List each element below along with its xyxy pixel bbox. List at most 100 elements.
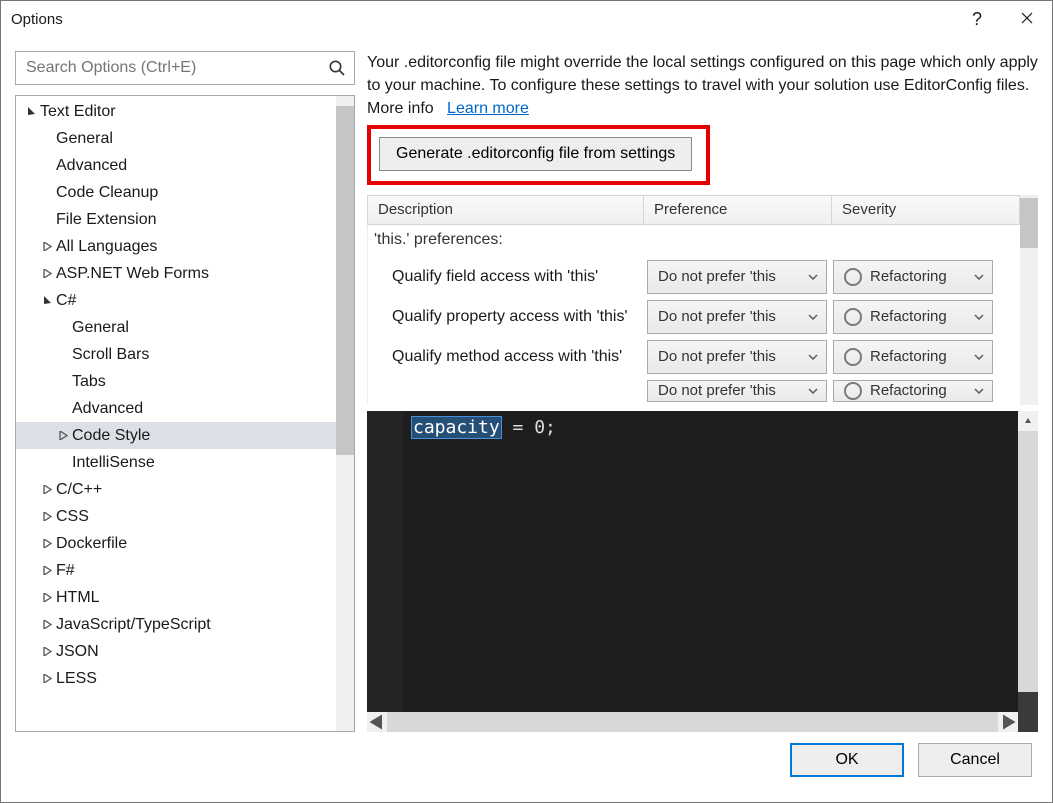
preferences-grid-wrap: Description Preference Severity 'this.' …: [367, 195, 1038, 405]
tree-node[interactable]: JSON: [16, 638, 336, 665]
grid-row: Qualify field access with 'this'Do not p…: [368, 257, 1020, 297]
chevron-down-icon: [806, 272, 820, 282]
tree-node[interactable]: LESS: [16, 665, 336, 692]
tree-node[interactable]: Advanced: [16, 152, 336, 179]
chevron-down-icon: [806, 312, 820, 322]
expand-closed-icon[interactable]: [40, 564, 54, 578]
preference-combo[interactable]: Do not prefer 'this: [647, 260, 827, 294]
expand-open-icon[interactable]: [24, 105, 38, 119]
row-description: Qualify method access with 'this': [392, 346, 647, 368]
hscroll-track[interactable]: [387, 712, 998, 732]
tree-node[interactable]: Code Cleanup: [16, 179, 336, 206]
chevron-down-icon: [972, 272, 986, 282]
titlebar: Options ?: [1, 1, 1052, 37]
chevron-down-icon: [972, 312, 986, 322]
search-input[interactable]: [16, 52, 354, 84]
preference-combo[interactable]: Do not prefer 'this: [647, 380, 827, 402]
left-panel: Text EditorGeneralAdvancedCode CleanupFi…: [15, 51, 355, 732]
learn-more-link[interactable]: Learn more: [447, 100, 529, 117]
header-description[interactable]: Description: [367, 195, 644, 225]
scroll-right-icon[interactable]: [998, 712, 1018, 732]
code-rest: = 0;: [502, 417, 556, 438]
severity-combo[interactable]: Refactoring: [833, 260, 993, 294]
editor-main: capacity = 0;: [367, 411, 1038, 712]
vscroll-track[interactable]: [1018, 431, 1038, 692]
tree-node[interactable]: F#: [16, 557, 336, 584]
grid-scrollbar-thumb[interactable]: [1020, 198, 1038, 248]
scroll-down-area[interactable]: [1018, 692, 1038, 712]
code-preview: capacity = 0;: [367, 411, 1038, 732]
expand-closed-icon[interactable]: [40, 240, 54, 254]
expand-closed-icon[interactable]: [40, 672, 54, 686]
tree-node[interactable]: Code Style: [16, 422, 336, 449]
tree-node[interactable]: CSS: [16, 503, 336, 530]
tree-node[interactable]: HTML: [16, 584, 336, 611]
help-button[interactable]: ?: [952, 1, 1002, 37]
grid-row: Qualify property access with 'this'Do no…: [368, 297, 1020, 337]
help-icon: ?: [972, 9, 982, 30]
severity-circle-icon: [844, 348, 862, 366]
header-severity[interactable]: Severity: [832, 195, 1020, 225]
severity-circle-icon: [844, 268, 862, 286]
severity-circle-icon: [844, 308, 862, 326]
tree-node[interactable]: C#: [16, 287, 336, 314]
expand-open-icon[interactable]: [40, 294, 54, 308]
expand-closed-icon[interactable]: [40, 645, 54, 659]
editor-code[interactable]: capacity = 0;: [403, 411, 1018, 712]
options-tree[interactable]: Text EditorGeneralAdvancedCode CleanupFi…: [16, 96, 336, 731]
tree-node[interactable]: File Extension: [16, 206, 336, 233]
tree-node[interactable]: Dockerfile: [16, 530, 336, 557]
preferences-grid: Description Preference Severity 'this.' …: [367, 195, 1020, 405]
expand-closed-icon[interactable]: [40, 591, 54, 605]
expand-closed-icon[interactable]: [40, 483, 54, 497]
code-preview-wrap: capacity = 0;: [367, 411, 1038, 732]
tree-node[interactable]: JavaScript/TypeScript: [16, 611, 336, 638]
tree-scrollbar[interactable]: [336, 96, 354, 731]
expand-closed-icon[interactable]: [40, 618, 54, 632]
severity-circle-icon: [844, 382, 862, 400]
grid-scrollbar[interactable]: [1020, 195, 1038, 405]
tree-node[interactable]: C/C++: [16, 476, 336, 503]
scroll-up-icon[interactable]: [1018, 411, 1038, 431]
generate-highlight-frame: Generate .editorconfig file from setting…: [367, 125, 710, 185]
tree-node[interactable]: All Languages: [16, 233, 336, 260]
tree-node-text-editor[interactable]: Text Editor: [16, 98, 336, 125]
expand-closed-icon[interactable]: [40, 267, 54, 281]
severity-combo[interactable]: Refactoring: [833, 340, 993, 374]
severity-combo[interactable]: Refactoring: [833, 380, 993, 402]
header-preference[interactable]: Preference: [644, 195, 832, 225]
ok-button[interactable]: OK: [790, 743, 904, 777]
grid-header-row: Description Preference Severity: [367, 195, 1020, 225]
preference-combo[interactable]: Do not prefer 'this: [647, 340, 827, 374]
tree-scrollbar-thumb[interactable]: [336, 106, 354, 455]
tree-node[interactable]: Tabs: [16, 368, 336, 395]
row-description: Qualify property access with 'this': [392, 306, 647, 328]
generate-editorconfig-button[interactable]: Generate .editorconfig file from setting…: [379, 137, 692, 171]
scroll-corner: [1018, 712, 1038, 732]
grid-row: Qualify method access with 'this'Do not …: [368, 337, 1020, 377]
right-panel: Your .editorconfig file might override t…: [367, 51, 1038, 732]
preference-combo[interactable]: Do not prefer 'this: [647, 300, 827, 334]
tree-node[interactable]: General: [16, 125, 336, 152]
close-button[interactable]: [1002, 1, 1052, 37]
grid-section-header: 'this.' preferences:: [368, 225, 1020, 257]
search-field[interactable]: [15, 51, 355, 85]
expand-closed-icon[interactable]: [56, 429, 70, 443]
expand-closed-icon[interactable]: [40, 537, 54, 551]
cancel-button[interactable]: Cancel: [918, 743, 1032, 777]
tree-node[interactable]: Scroll Bars: [16, 341, 336, 368]
scroll-left-icon[interactable]: [367, 712, 387, 732]
editor-vscrollbar[interactable]: [1018, 411, 1038, 712]
editor-hscrollbar[interactable]: [367, 712, 1038, 732]
severity-combo[interactable]: Refactoring: [833, 300, 993, 334]
tree-node[interactable]: IntelliSense: [16, 449, 336, 476]
content-area: Text EditorGeneralAdvancedCode CleanupFi…: [15, 51, 1038, 732]
options-tree-container: Text EditorGeneralAdvancedCode CleanupFi…: [15, 95, 355, 732]
search-icon: [328, 59, 346, 81]
tree-node[interactable]: ASP.NET Web Forms: [16, 260, 336, 287]
tree-node[interactable]: General: [16, 314, 336, 341]
dialog-footer: OK Cancel: [15, 732, 1038, 788]
close-icon: [1021, 11, 1033, 28]
expand-closed-icon[interactable]: [40, 510, 54, 524]
tree-node[interactable]: Advanced: [16, 395, 336, 422]
